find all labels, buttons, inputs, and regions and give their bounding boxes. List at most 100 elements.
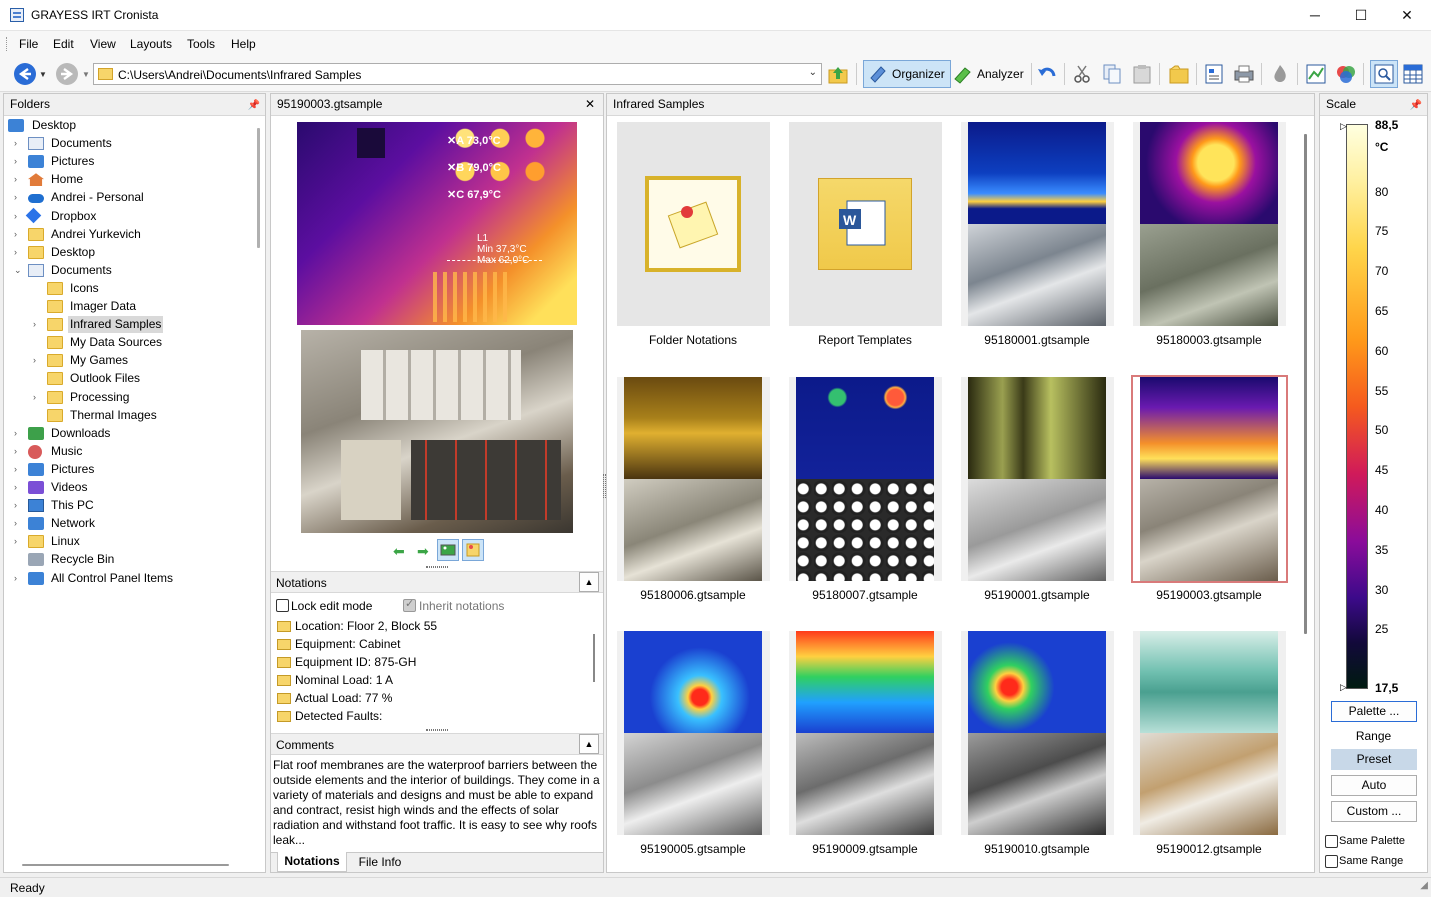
scale-max-marker[interactable]: ▷ bbox=[1340, 121, 1347, 132]
menu-view[interactable]: View bbox=[90, 37, 116, 51]
scale-min-marker[interactable]: ▷ bbox=[1340, 682, 1347, 693]
thumbnail-95180007-gtsample[interactable] bbox=[789, 377, 942, 581]
resize-grip[interactable] bbox=[426, 566, 448, 568]
collapse-comments-button[interactable]: ▲ bbox=[579, 734, 599, 754]
comments-text[interactable]: Flat roof membranes are the waterproof b… bbox=[273, 758, 601, 848]
thumbnail-95180006-gtsample[interactable] bbox=[617, 377, 770, 581]
same-range-checkbox[interactable] bbox=[1325, 855, 1338, 868]
chevron-down-icon[interactable]: ⌄ bbox=[809, 67, 817, 78]
thumbnail-95190010-gtsample[interactable] bbox=[961, 631, 1114, 835]
collapse-notations-button[interactable]: ▲ bbox=[579, 572, 599, 592]
expander-icon[interactable]: › bbox=[14, 135, 24, 152]
thermal-image[interactable]: ✕A 73,0°C ✕B 79,0°C ✕C 67,9°C L1 Min 37,… bbox=[297, 122, 577, 325]
color-scale-bar[interactable] bbox=[1346, 124, 1368, 689]
menu-file[interactable]: File bbox=[19, 37, 38, 51]
print-button[interactable] bbox=[1233, 63, 1255, 85]
vertical-scrollbar[interactable] bbox=[257, 128, 260, 248]
expander-icon[interactable]: › bbox=[14, 497, 24, 514]
expander-icon[interactable]: › bbox=[14, 208, 24, 225]
grid-scrollbar[interactable] bbox=[1304, 134, 1307, 634]
pin-icon[interactable]: 📌 bbox=[1410, 95, 1422, 116]
preview-view-button[interactable] bbox=[1370, 60, 1398, 88]
same-palette-checkbox[interactable] bbox=[1325, 835, 1338, 848]
marker-a[interactable]: ✕A 73,0°C bbox=[447, 134, 501, 147]
expander-icon[interactable]: › bbox=[14, 515, 24, 532]
expander-icon[interactable]: › bbox=[14, 226, 24, 243]
paste-button[interactable] bbox=[1131, 63, 1153, 85]
expander-icon[interactable]: › bbox=[14, 443, 24, 460]
expander-icon[interactable]: › bbox=[14, 171, 24, 188]
copy-button[interactable] bbox=[1101, 63, 1123, 85]
color-button[interactable] bbox=[1335, 63, 1357, 85]
expander-icon[interactable]: › bbox=[14, 479, 24, 496]
thumbnail-95190009-gtsample[interactable] bbox=[789, 631, 942, 835]
forward-dropdown-icon[interactable]: ▼ bbox=[82, 70, 90, 79]
thumbnail-95190003-gtsample[interactable] bbox=[1131, 375, 1288, 583]
expander-icon[interactable]: › bbox=[33, 389, 43, 406]
preset-button[interactable]: Preset bbox=[1331, 749, 1417, 770]
marker-c[interactable]: ✕C 67,9°C bbox=[447, 188, 501, 201]
auto-button[interactable]: Auto bbox=[1331, 775, 1417, 796]
expander-icon[interactable]: › bbox=[14, 189, 24, 206]
thumbnail-95180003-gtsample[interactable] bbox=[1133, 122, 1286, 326]
forward-button[interactable] bbox=[56, 63, 78, 85]
cut-button[interactable] bbox=[1071, 63, 1093, 85]
back-dropdown-icon[interactable]: ▼ bbox=[39, 70, 47, 79]
splitter-grip[interactable] bbox=[603, 474, 606, 498]
pin-icon[interactable]: 📌 bbox=[248, 95, 260, 116]
thumbnail-95190012-gtsample[interactable] bbox=[1133, 631, 1286, 835]
expander-icon[interactable]: › bbox=[14, 153, 24, 170]
tab-file-info[interactable]: File Info bbox=[349, 854, 411, 872]
maximize-button[interactable]: ☐ bbox=[1338, 0, 1384, 31]
expander-icon[interactable]: ⌄ bbox=[14, 262, 24, 279]
palette-button[interactable]: Palette ... bbox=[1331, 701, 1417, 722]
thumbnail-report-templates[interactable]: W bbox=[789, 122, 942, 326]
expander-icon[interactable]: › bbox=[14, 570, 24, 587]
menu-layouts[interactable]: Layouts bbox=[130, 37, 172, 51]
thumbnail-95180001-gtsample[interactable] bbox=[961, 122, 1114, 326]
new-folder-button[interactable] bbox=[1168, 63, 1190, 85]
expander-icon[interactable]: › bbox=[33, 352, 43, 369]
scale-tick-label: 80 bbox=[1375, 184, 1389, 199]
inherit-notations-checkbox[interactable] bbox=[403, 597, 416, 612]
close-button[interactable]: ✕ bbox=[1384, 0, 1430, 31]
menu-tools[interactable]: Tools bbox=[187, 37, 215, 51]
scale-unit: °C bbox=[1375, 140, 1389, 154]
report-button[interactable] bbox=[1203, 63, 1225, 85]
palette-tool-button[interactable] bbox=[1269, 63, 1291, 85]
undo-button[interactable] bbox=[1036, 63, 1058, 85]
horizontal-scrollbar[interactable] bbox=[22, 864, 229, 866]
expander-icon[interactable]: › bbox=[14, 244, 24, 261]
resize-grip[interactable] bbox=[426, 729, 448, 731]
next-image-button[interactable]: ➡ bbox=[417, 543, 429, 560]
resize-grip-icon[interactable]: ◢ bbox=[1420, 880, 1428, 891]
thumbnail-folder-notations[interactable] bbox=[617, 122, 770, 326]
analyzer-button[interactable]: Analyzer bbox=[948, 60, 1030, 88]
lock-edit-checkbox[interactable] bbox=[276, 599, 289, 612]
tree-item-label: Downloads bbox=[51, 425, 111, 440]
expander-icon[interactable]: › bbox=[14, 461, 24, 478]
grid-view-button[interactable] bbox=[1402, 63, 1424, 85]
marker-b[interactable]: ✕B 79,0°C bbox=[447, 161, 501, 174]
folder-up-button[interactable] bbox=[827, 63, 849, 85]
visual-photo[interactable] bbox=[301, 330, 573, 533]
expander-icon[interactable]: › bbox=[33, 316, 43, 333]
thumbnail-95190005-gtsample[interactable] bbox=[617, 631, 770, 835]
custom-button[interactable]: Custom ... bbox=[1331, 801, 1417, 822]
menu-edit[interactable]: Edit bbox=[53, 37, 74, 51]
view-notes-button[interactable] bbox=[462, 539, 484, 561]
view-visual-button[interactable] bbox=[437, 539, 459, 561]
close-preview-button[interactable]: ✕ bbox=[585, 94, 595, 115]
notation-scrollbar[interactable] bbox=[593, 634, 595, 682]
chart-button[interactable] bbox=[1305, 63, 1327, 85]
previous-image-button[interactable]: ⬅ bbox=[393, 543, 405, 560]
organizer-button[interactable]: Organizer bbox=[863, 60, 951, 88]
expander-icon[interactable]: › bbox=[14, 425, 24, 442]
menu-help[interactable]: Help bbox=[231, 37, 256, 51]
minimize-button[interactable]: ─ bbox=[1292, 0, 1338, 31]
path-input[interactable]: C:\Users\Andrei\Documents\Infrared Sampl… bbox=[93, 63, 822, 85]
expander-icon[interactable]: › bbox=[14, 533, 24, 550]
tab-notations[interactable]: Notations bbox=[277, 852, 347, 872]
back-button[interactable] bbox=[14, 63, 36, 85]
thumbnail-95190001-gtsample[interactable] bbox=[961, 377, 1114, 581]
